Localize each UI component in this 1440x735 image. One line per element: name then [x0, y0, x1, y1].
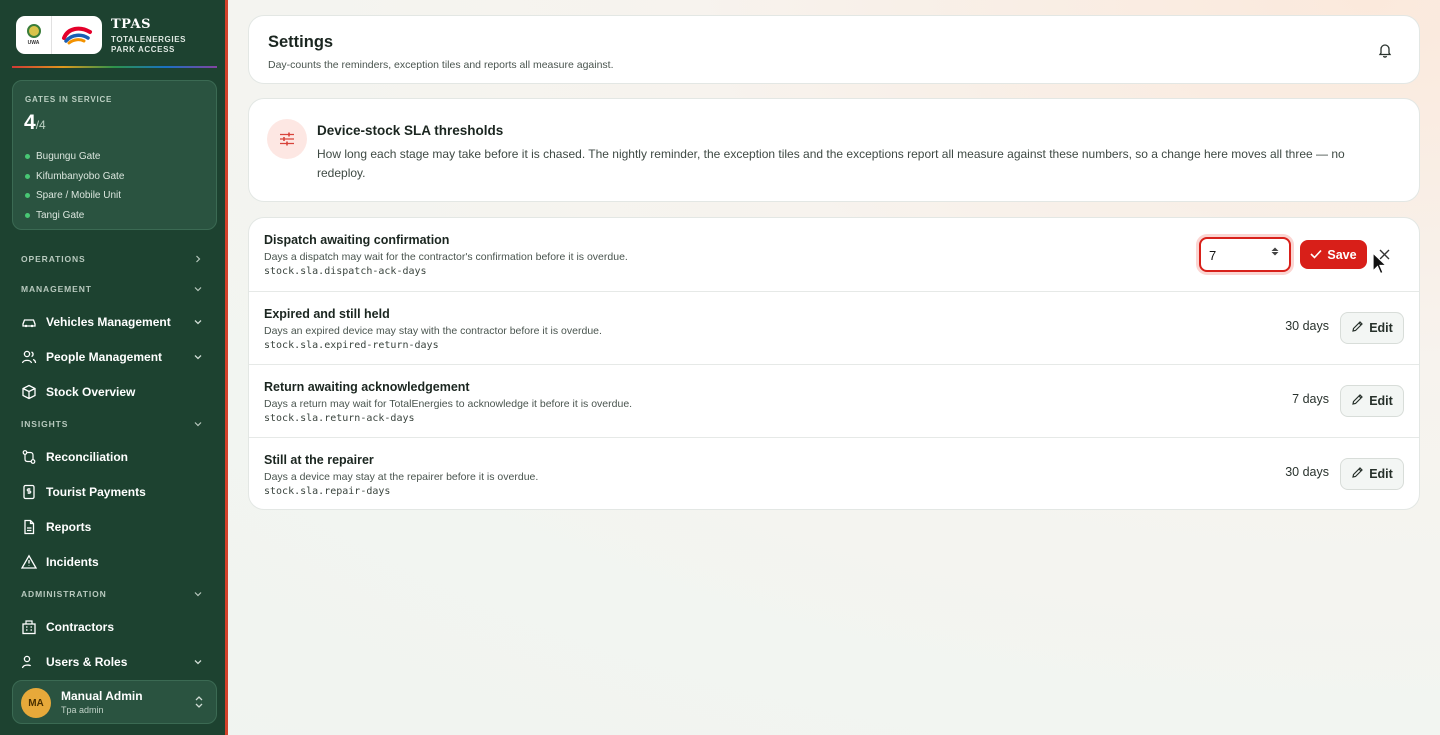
sla-key: stock.sla.repair-days [264, 486, 391, 497]
sidebar-item-incidents[interactable]: Incidents [0, 544, 225, 579]
pencil-icon [1351, 320, 1364, 336]
days-input-field[interactable] [1209, 246, 1269, 264]
alert-triangle-icon [21, 553, 37, 570]
package-icon [21, 384, 37, 400]
chevron-down-icon [193, 589, 203, 599]
sla-key: stock.sla.dispatch-ack-days [264, 266, 427, 277]
user-menu[interactable]: MA Manual Admin Tpa admin [12, 680, 217, 724]
uwa-logo: UWA [16, 16, 52, 54]
sla-description: Days a device may stay at the repairer b… [264, 471, 539, 483]
gate-item: Tangi Gate [25, 206, 124, 226]
sidebar-item-stock[interactable]: Stock Overview [0, 374, 225, 409]
app-title: TPAS [111, 17, 151, 32]
nav-section-insights[interactable]: INSIGHTS [0, 409, 225, 439]
bell-icon[interactable] [1377, 42, 1393, 63]
sliders-icon [267, 119, 307, 159]
avatar: MA [21, 688, 51, 718]
gate-item: Kifumbanyobo Gate [25, 167, 124, 187]
sla-thresholds-list: Dispatch awaiting confirmation Days a di… [248, 217, 1420, 510]
building-icon [21, 619, 37, 635]
receipt-icon [21, 484, 37, 500]
sla-row: Still at the repairer Days a device may … [249, 437, 1419, 509]
gates-list: Bugungu Gate Kifumbanyobo Gate Spare / M… [25, 147, 124, 225]
sla-key: stock.sla.expired-return-days [264, 340, 439, 351]
chevron-down-icon [193, 657, 203, 667]
sidebar-item-users-roles[interactable]: Users & Roles [0, 644, 225, 679]
edit-button[interactable]: Edit [1340, 312, 1404, 344]
page-title: Settings [268, 33, 334, 51]
user-key-icon [21, 654, 37, 670]
nav-section-administration[interactable]: ADMINISTRATION [0, 579, 225, 609]
days-input[interactable] [1199, 237, 1291, 272]
check-icon [1310, 248, 1322, 262]
sidebar: UWA TPAS TOTALENERGIES PARK ACCESS GATES… [0, 0, 228, 735]
sla-info-card: Device-stock SLA thresholds How long eac… [248, 98, 1420, 202]
sidebar-nav: OPERATIONS MANAGEMENT Vehicles Managemen… [0, 244, 225, 679]
nav-section-operations[interactable]: OPERATIONS [0, 244, 225, 274]
mouse-cursor-icon [1372, 251, 1388, 281]
section-description: How long each stage may take before it i… [317, 147, 1345, 180]
nav-section-management[interactable]: MANAGEMENT [0, 274, 225, 304]
user-name: Manual Admin [61, 689, 143, 703]
sla-row: Return awaiting acknowledgement Days a r… [249, 364, 1419, 437]
gates-label: GATES IN SERVICE [25, 95, 113, 104]
sidebar-item-reconciliation[interactable]: Reconciliation [0, 439, 225, 474]
gates-count: 4/4 [24, 111, 46, 134]
gate-item: Bugungu Gate [25, 147, 124, 167]
sla-row: Expired and still held Days an expired d… [249, 291, 1419, 364]
chevron-right-icon [193, 254, 203, 264]
sla-value: 7 days [1292, 392, 1329, 406]
chevron-down-icon [193, 284, 203, 294]
status-dot-icon [25, 154, 30, 160]
sla-name: Expired and still held [264, 307, 390, 321]
sidebar-item-people[interactable]: People Management [0, 339, 225, 374]
reconcile-icon [21, 449, 37, 465]
sla-value: 30 days [1285, 465, 1329, 479]
stepper-arrows-icon[interactable] [1271, 247, 1279, 256]
chevron-down-icon [193, 352, 203, 362]
pencil-icon [1351, 393, 1364, 409]
users-icon [21, 349, 37, 365]
status-dot-icon [25, 173, 30, 179]
gates-status-card: GATES IN SERVICE 4/4 Bugungu Gate Kifumb… [12, 80, 217, 230]
chevron-up-down-icon [194, 695, 204, 714]
user-role: Tpa admin [61, 705, 104, 715]
car-icon [21, 314, 37, 330]
sidebar-item-vehicles[interactable]: Vehicles Management [0, 304, 225, 339]
gate-item: Spare / Mobile Unit [25, 186, 124, 206]
chevron-down-icon [193, 317, 203, 327]
edit-button[interactable]: Edit [1340, 385, 1404, 417]
sla-name: Still at the repairer [264, 453, 374, 467]
save-button[interactable]: Save [1300, 240, 1367, 269]
brand-logo[interactable]: UWA [16, 16, 102, 54]
totalenergies-logo-icon [52, 24, 102, 46]
sla-name: Return awaiting acknowledgement [264, 380, 470, 394]
status-dot-icon [25, 193, 30, 199]
status-dot-icon [25, 212, 30, 218]
sla-value: 30 days [1285, 319, 1329, 333]
page-subtitle: Day-counts the reminders, exception tile… [268, 59, 614, 71]
app-subtitle: TOTALENERGIES PARK ACCESS [111, 35, 187, 54]
brand-divider [12, 66, 217, 68]
sla-description: Days an expired device may stay with the… [264, 325, 602, 337]
edit-button[interactable]: Edit [1340, 458, 1404, 490]
sidebar-item-contractors[interactable]: Contractors [0, 609, 225, 644]
sla-key: stock.sla.return-ack-days [264, 413, 415, 424]
sidebar-item-reports[interactable]: Reports [0, 509, 225, 544]
chevron-down-icon [193, 419, 203, 429]
section-title: Device-stock SLA thresholds [317, 123, 504, 138]
sidebar-item-tourist-payments[interactable]: Tourist Payments [0, 474, 225, 509]
page-header: Settings Day-counts the reminders, excep… [248, 15, 1420, 84]
sla-row: Dispatch awaiting confirmation Days a di… [249, 218, 1419, 291]
pencil-icon [1351, 466, 1364, 482]
sla-description: Days a dispatch may wait for the contrac… [264, 251, 628, 263]
sla-name: Dispatch awaiting confirmation [264, 233, 450, 247]
file-icon [21, 519, 37, 535]
sla-description: Days a return may wait for TotalEnergies… [264, 398, 633, 410]
